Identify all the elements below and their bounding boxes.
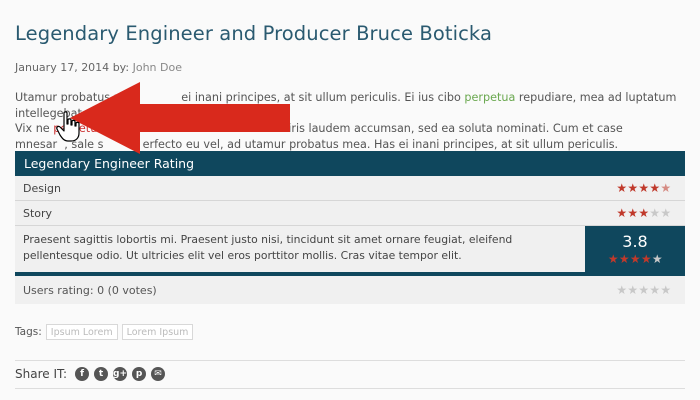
by-label: by: bbox=[112, 61, 130, 74]
post-title[interactable]: Legendary Engineer and Producer Bruce Bo… bbox=[15, 22, 492, 45]
star-icon: ★ bbox=[638, 283, 649, 297]
star-icon: ★ bbox=[616, 181, 627, 195]
facebook-icon[interactable]: f bbox=[75, 367, 90, 381]
star-icon: ★ bbox=[638, 181, 649, 195]
red-arrow-icon bbox=[70, 82, 290, 154]
star-icon: ★ bbox=[616, 206, 627, 220]
score-box: 3.8 ★ ★ ★ ★ ★ bbox=[585, 226, 685, 272]
star-icon: ★ bbox=[627, 283, 638, 297]
hand-cursor-icon bbox=[56, 111, 80, 142]
star-icon: ★ bbox=[640, 252, 652, 266]
body-text-4: Vix ne bbox=[15, 122, 54, 135]
divider bbox=[15, 360, 685, 361]
criterion-stars: ★ ★ ★ ★ ★ bbox=[616, 206, 671, 220]
star-icon: ★ bbox=[607, 252, 619, 266]
users-rating-stars[interactable]: ★ ★ ★ ★ ★ bbox=[616, 283, 671, 297]
star-icon: ★ bbox=[651, 252, 663, 266]
criterion-stars: ★ ★ ★ ★ ★ bbox=[616, 181, 671, 195]
body-text-6: mnesar bbox=[15, 137, 58, 151]
share-icons: f t g+ p ✉ bbox=[75, 367, 166, 381]
star-icon: ★ bbox=[627, 181, 638, 195]
criterion-label: Design bbox=[23, 181, 61, 195]
post-author[interactable]: John Doe bbox=[133, 61, 182, 74]
twitter-icon[interactable]: t bbox=[94, 367, 109, 381]
post-page: Legendary Engineer and Producer Bruce Bo… bbox=[0, 0, 700, 400]
post-meta: January 17, 2014 by: John Doe bbox=[15, 61, 182, 74]
star-icon: ★ bbox=[660, 283, 671, 297]
email-icon[interactable]: ✉ bbox=[151, 367, 166, 381]
users-rating-row: Users rating: 0 (0 votes) ★ ★ ★ ★ ★ bbox=[15, 276, 685, 304]
score-stars: ★ ★ ★ ★ ★ bbox=[608, 252, 663, 266]
divider bbox=[15, 388, 685, 389]
star-icon: ★ bbox=[660, 181, 671, 195]
body-link-perpetua-1[interactable]: perpetua bbox=[464, 91, 515, 104]
star-icon: ★ bbox=[660, 206, 671, 220]
rating-header: Legendary Engineer Rating bbox=[15, 151, 685, 176]
star-icon: ★ bbox=[638, 206, 649, 220]
pinterest-icon[interactable]: p bbox=[132, 367, 147, 381]
users-rating-label: Users rating: 0 (0 votes) bbox=[23, 283, 157, 297]
star-icon: ★ bbox=[616, 283, 627, 297]
rating-row-design: Design ★ ★ ★ ★ ★ bbox=[15, 176, 685, 201]
google-plus-icon[interactable]: g+ bbox=[113, 367, 128, 381]
summary-text: Praesent sagittis lobortis mi. Praesent … bbox=[15, 226, 585, 272]
post-date: January 17, 2014 bbox=[15, 61, 110, 74]
tag-lorem-ipsum[interactable]: Lorem Ipsum bbox=[121, 324, 194, 340]
star-icon: ★ bbox=[618, 252, 630, 266]
share-label: Share IT: bbox=[15, 367, 68, 381]
tag-ipsum-lorem[interactable]: Ipsum Lorem bbox=[45, 324, 118, 340]
criterion-label: Story bbox=[23, 206, 53, 220]
rating-row-story: Story ★ ★ ★ ★ ★ bbox=[15, 201, 685, 226]
tags: Tags: Ipsum Lorem Lorem Ipsum bbox=[15, 324, 194, 340]
star-icon: ★ bbox=[627, 206, 638, 220]
star-icon: ★ bbox=[649, 283, 660, 297]
star-icon: ★ bbox=[629, 252, 641, 266]
star-icon: ★ bbox=[649, 206, 660, 220]
rating-box: Legendary Engineer Rating Design ★ ★ ★ ★ ★ S… bbox=[15, 151, 685, 304]
star-icon: ★ bbox=[649, 181, 660, 195]
tags-label: Tags: bbox=[15, 326, 42, 338]
score-value: 3.8 bbox=[622, 232, 648, 251]
rating-summary: Praesent sagittis lobortis mi. Praesent … bbox=[15, 226, 685, 276]
share-bar: Share IT: f t g+ p ✉ bbox=[15, 367, 166, 381]
